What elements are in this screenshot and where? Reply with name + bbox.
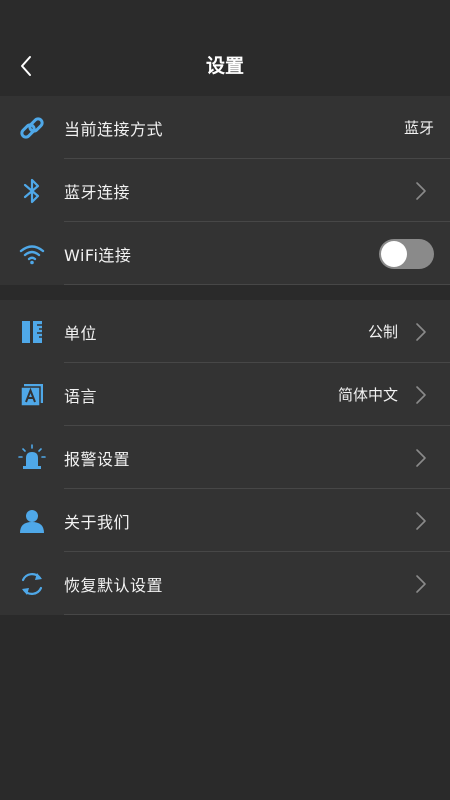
- chevron-right-icon: [416, 181, 426, 200]
- bluetooth-connection-row[interactable]: 蓝牙连接: [0, 159, 450, 222]
- language-row[interactable]: 语言 简体中文: [0, 363, 450, 426]
- chevron-right-icon: [416, 574, 426, 593]
- chevron-right-icon: [416, 322, 426, 341]
- wifi-icon: [19, 244, 45, 264]
- person-icon: [20, 509, 44, 533]
- bluetooth-connection-label: 蓝牙连接: [64, 182, 131, 202]
- alarm-settings-row[interactable]: 报警设置: [0, 426, 450, 489]
- alarm-light-icon: [18, 443, 46, 469]
- language-value: 简体中文: [337, 386, 398, 404]
- divider: [64, 614, 450, 615]
- restore-defaults-label: 恢复默认设置: [64, 575, 164, 595]
- link-icon: [20, 116, 44, 139]
- chevron-right-icon: [416, 385, 426, 404]
- ruler-icon: [22, 320, 42, 343]
- about-us-row[interactable]: 关于我们: [0, 489, 450, 552]
- current-connection-row: 当前连接方式 蓝牙: [0, 96, 450, 159]
- chevron-right-icon: [416, 511, 426, 530]
- wifi-connection-row: WiFi连接: [0, 222, 450, 285]
- group-gap: [0, 285, 450, 300]
- reset-icon: [21, 572, 43, 595]
- page-title: 设置: [205, 55, 244, 77]
- language-label: 语言: [64, 386, 98, 406]
- language-icon: [20, 383, 43, 407]
- unit-value: 公制: [367, 323, 398, 341]
- preferences-group: 单位 公制 语言 简体中文 报警设置 关于我们 恢复默认设置: [0, 300, 450, 615]
- settings-screen: 设置 当前连接方式 蓝牙 蓝牙连接 WiFi连接 单位 公制 语言 简体中文 报…: [0, 0, 450, 800]
- alarm-settings-label: 报警设置: [64, 449, 131, 469]
- unit-row[interactable]: 单位 公制: [0, 300, 450, 363]
- divider: [64, 284, 450, 285]
- restore-defaults-row[interactable]: 恢复默认设置: [0, 552, 450, 615]
- status-bar: [0, 0, 450, 36]
- wifi-connection-label: WiFi连接: [64, 245, 132, 265]
- unit-label: 单位: [64, 323, 98, 343]
- nav-bar: 设置: [0, 36, 450, 96]
- current-connection-label: 当前连接方式: [64, 119, 164, 139]
- connection-group: 当前连接方式 蓝牙 蓝牙连接 WiFi连接: [0, 96, 450, 285]
- about-us-label: 关于我们: [64, 512, 131, 532]
- bluetooth-icon: [23, 178, 40, 203]
- toggle-knob: [381, 240, 407, 267]
- chevron-right-icon: [416, 448, 426, 467]
- current-connection-value: 蓝牙: [403, 119, 434, 137]
- wifi-toggle[interactable]: [379, 238, 434, 269]
